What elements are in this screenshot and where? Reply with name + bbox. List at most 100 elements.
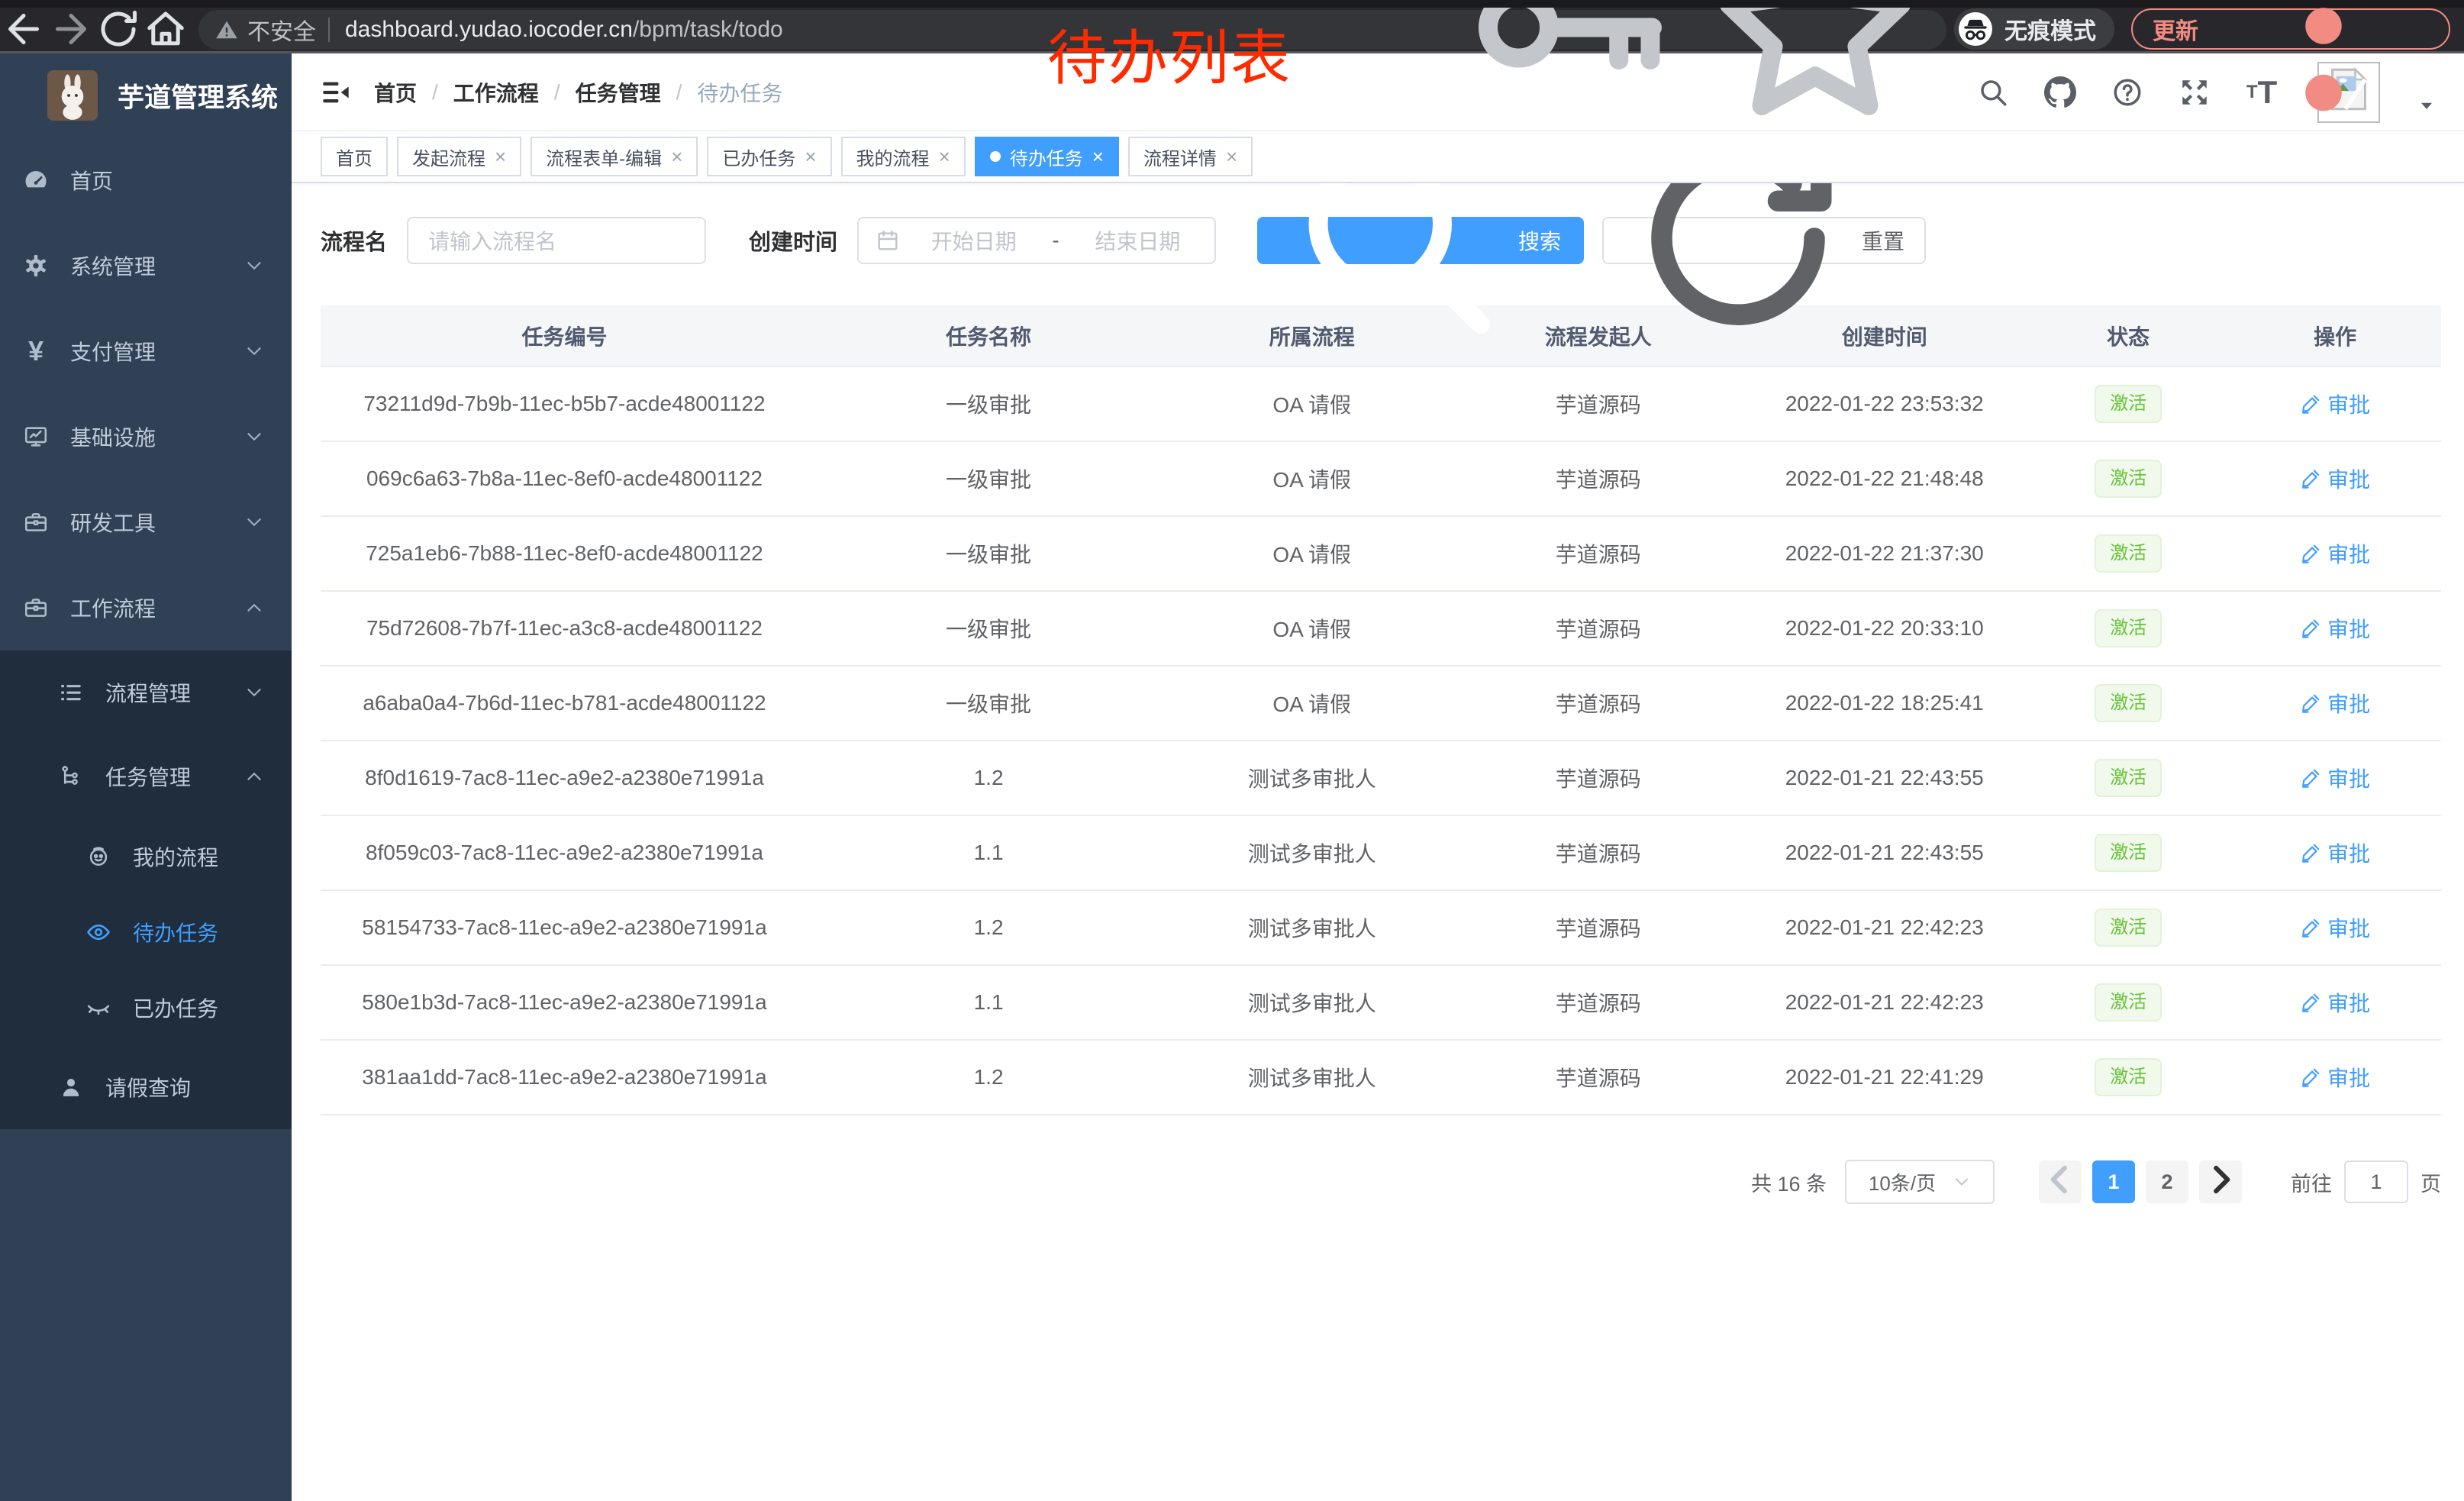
fullscreen-icon[interactable] <box>2179 76 2211 108</box>
approve-label: 审批 <box>2327 838 2370 868</box>
approve-link[interactable]: 审批 <box>2300 838 2370 868</box>
gear-icon <box>23 253 49 279</box>
update-label: 更新 <box>2153 12 2198 46</box>
question-icon[interactable] <box>2111 76 2143 108</box>
sidebar-item-研发工具[interactable]: 研发工具 <box>0 479 292 565</box>
sidebar-item-流程管理[interactable]: 流程管理 <box>0 650 292 734</box>
tab-已办任务[interactable]: 已办任务× <box>707 137 831 176</box>
sidebar-item-label: 流程管理 <box>105 677 191 708</box>
cell-process: 测试多审批人 <box>1169 741 1455 815</box>
close-icon[interactable]: × <box>495 147 506 166</box>
key-icon[interactable] <box>1452 0 1681 146</box>
tab-我的流程[interactable]: 我的流程 × <box>841 137 966 176</box>
close-icon[interactable]: × <box>1226 147 1237 166</box>
close-icon[interactable]: × <box>671 147 682 166</box>
page-unit-label: 页 <box>2420 1167 2441 1197</box>
close-icon[interactable]: × <box>805 147 816 166</box>
approve-label: 审批 <box>2327 389 2370 419</box>
next-page-button[interactable] <box>2199 1160 2242 1203</box>
sidebar-item-请假查询[interactable]: 请假查询 <box>0 1045 292 1129</box>
star-icon[interactable] <box>1701 0 1930 146</box>
tab-流程详情[interactable]: 流程详情× <box>1128 137 1253 176</box>
approve-link[interactable]: 审批 <box>2300 463 2370 494</box>
status-badge: 激活 <box>2095 909 2162 947</box>
approve-link[interactable]: 审批 <box>2300 688 2370 718</box>
reset-button[interactable]: 重置 <box>1602 217 1926 264</box>
breadcrumb-item-工作流程[interactable]: 工作流程 <box>453 77 539 108</box>
hamburger-icon[interactable] <box>321 77 351 108</box>
sidebar-item-基础设施[interactable]: 基础设施 <box>0 394 292 479</box>
approve-label: 审批 <box>2327 613 2370 644</box>
search-button[interactable]: 搜索 <box>1257 217 1584 264</box>
approve-link[interactable]: 审批 <box>2300 1062 2370 1093</box>
sidebar-item-label: 我的流程 <box>133 841 218 872</box>
update-button[interactable]: 更新 <box>2131 8 2450 50</box>
approve-link[interactable]: 审批 <box>2300 389 2370 419</box>
tab-待办任务[interactable]: 待办任务× <box>975 137 1119 176</box>
sidebar-item-label: 研发工具 <box>70 507 156 537</box>
process-name-input[interactable]: 请输入流程名 <box>407 217 706 264</box>
tab-发起流程[interactable]: 发起流程× <box>397 137 521 176</box>
refresh-icon <box>1624 183 1853 358</box>
breadcrumb-item-首页[interactable]: 首页 <box>374 77 417 108</box>
approve-link[interactable]: 审批 <box>2300 613 2370 644</box>
tab-label: 我的流程 <box>856 144 930 170</box>
cell-task-name: 1.1 <box>808 965 1169 1040</box>
dots-vertical-icon[interactable] <box>2209 0 2438 147</box>
cell-starter: 芋道源码 <box>1455 741 1741 815</box>
table-row: 8f059c03-7ac8-11ec-a9e2-a2380e71991a1.1测… <box>321 815 2441 890</box>
forward-icon[interactable] <box>47 6 95 52</box>
tab-流程表单-编辑[interactable]: 流程表单-编辑× <box>531 137 698 176</box>
cell-action: 审批 <box>2229 591 2441 666</box>
sidebar-item-label: 任务管理 <box>105 761 191 792</box>
cell-task-id: 8f0d1619-7ac8-11ec-a9e2-a2380e71991a <box>321 741 808 815</box>
sidebar-item-支付管理[interactable]: ¥支付管理 <box>0 308 292 394</box>
cell-action: 审批 <box>2229 741 2441 815</box>
sidebar-item-任务管理[interactable]: 任务管理 <box>0 734 292 818</box>
approve-link[interactable]: 审批 <box>2300 763 2370 793</box>
breadcrumb: 首页/工作流程/任务管理/待办任务 <box>374 77 782 108</box>
tab-首页[interactable]: 首页 <box>321 137 388 176</box>
page-button-1[interactable]: 1 <box>2092 1160 2135 1203</box>
cell-create-time: 2022-01-21 22:43:55 <box>1741 815 2027 890</box>
date-range-input[interactable]: 开始日期 - 结束日期 <box>857 217 1216 264</box>
table-row: 75d72608-7b7f-11ec-a3c8-acde48001122一级审批… <box>321 591 2441 666</box>
cell-task-id: 381aa1dd-7ac8-11ec-a9e2-a2380e71991a <box>321 1040 808 1115</box>
close-icon[interactable]: × <box>939 147 950 166</box>
table-row: 8f0d1619-7ac8-11ec-a9e2-a2380e71991a1.2测… <box>321 741 2441 815</box>
sidebar-item-待办任务[interactable]: 待办任务 <box>0 894 292 970</box>
sidebar-item-我的流程[interactable]: 我的流程 <box>0 818 292 894</box>
approve-link[interactable]: 审批 <box>2300 912 2370 943</box>
breadcrumb-separator: / <box>432 80 438 105</box>
github-icon[interactable] <box>2044 76 2076 108</box>
cell-task-name: 1.2 <box>808 1040 1169 1115</box>
cell-status: 激活 <box>2027 965 2229 1040</box>
sidebar-logo[interactable]: 芋道管理系统 <box>0 53 292 137</box>
sidebar-item-工作流程[interactable]: 工作流程 <box>0 565 292 650</box>
approve-link[interactable]: 审批 <box>2300 987 2370 1018</box>
sidebar-item-首页[interactable]: 首页 <box>0 137 292 223</box>
close-icon[interactable]: × <box>1092 147 1104 166</box>
breadcrumb-item-任务管理[interactable]: 任务管理 <box>576 77 661 108</box>
cell-action: 审批 <box>2229 366 2441 441</box>
eye-icon <box>85 919 111 945</box>
calendar-icon <box>876 228 900 253</box>
page-numbers: 12 <box>2082 1160 2188 1203</box>
page-button-2[interactable]: 2 <box>2146 1160 2188 1203</box>
prev-page-button[interactable] <box>2039 1160 2082 1203</box>
total-count: 共 16 条 <box>1751 1167 1827 1197</box>
reload-icon[interactable] <box>95 6 142 52</box>
approve-label: 审批 <box>2327 688 2370 718</box>
cell-create-time: 2022-01-21 22:42:23 <box>1741 965 2027 1040</box>
back-icon[interactable] <box>0 6 47 52</box>
approve-link[interactable]: 审批 <box>2300 538 2370 569</box>
search-icon[interactable] <box>1977 76 2009 108</box>
home-icon[interactable] <box>142 6 189 52</box>
active-tab-dot <box>990 151 1001 162</box>
sidebar-item-已办任务[interactable]: 已办任务 <box>0 970 292 1045</box>
status-badge: 激活 <box>2095 1058 2162 1097</box>
goto-page-input[interactable]: 1 <box>2344 1160 2408 1203</box>
page-size-select[interactable]: 10条/页 <box>1845 1160 1995 1204</box>
sidebar-item-系统管理[interactable]: 系统管理 <box>0 223 292 308</box>
chevron-down-icon <box>244 512 264 532</box>
